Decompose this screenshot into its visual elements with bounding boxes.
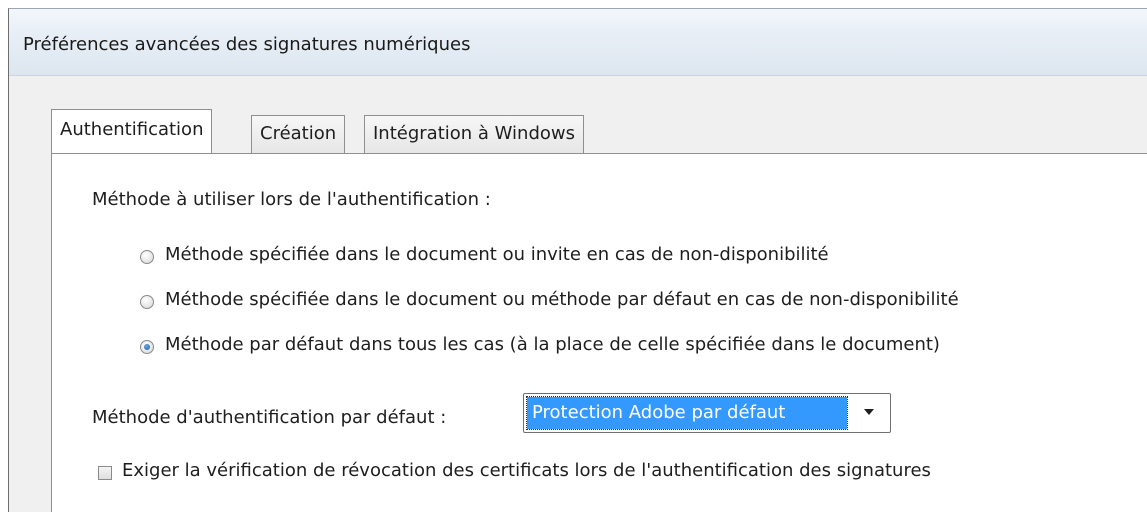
window-title: Préférences avancées des signatures numé…	[23, 34, 471, 55]
tab-authentification[interactable]: Authentification	[51, 109, 213, 153]
method-heading: Méthode à utiliser lors de l'authentific…	[92, 189, 491, 210]
revocation-check-label[interactable]: Exiger la vérification de révocation des…	[122, 460, 931, 481]
radio-document-or-prompt[interactable]	[140, 250, 154, 264]
tab-creation[interactable]: Création	[251, 115, 346, 153]
default-method-label: Méthode d'authentification par défaut :	[92, 407, 447, 428]
radio-default-always[interactable]	[140, 340, 154, 354]
radio-label-document-or-default[interactable]: Méthode spécifiée dans le document ou mé…	[165, 289, 959, 310]
radio-label-default-always[interactable]: Méthode par défaut dans tous les cas (à …	[165, 334, 940, 355]
chevron-down-icon	[864, 409, 874, 415]
default-method-dropdown[interactable]: Protection Adobe par défaut	[523, 393, 891, 433]
focus-rectangle	[526, 396, 848, 430]
dropdown-button[interactable]	[850, 394, 890, 432]
tab-panel-authentification: Méthode à utiliser lors de l'authentific…	[51, 153, 1147, 512]
radio-label-document-or-prompt[interactable]: Méthode spécifiée dans le document ou in…	[165, 244, 829, 265]
revocation-check-checkbox[interactable]	[98, 466, 112, 480]
dialog-window: Préférences avancées des signatures numé…	[8, 8, 1147, 512]
radio-selected-dot	[144, 344, 150, 350]
tab-integration-windows[interactable]: Intégration à Windows	[364, 115, 585, 153]
radio-document-or-default[interactable]	[140, 295, 154, 309]
title-bar[interactable]: Préférences avancées des signatures numé…	[9, 9, 1147, 76]
